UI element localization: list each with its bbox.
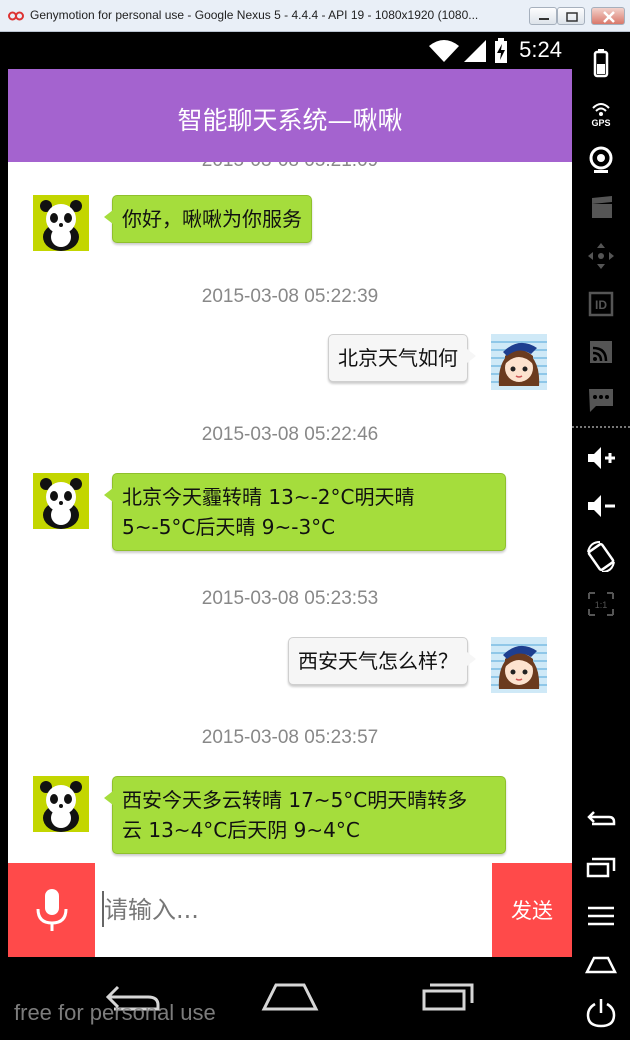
scale-icon: 1:1 [588, 592, 614, 616]
cast-icon [590, 341, 612, 363]
gps-button[interactable]: GPS [572, 92, 630, 132]
device-id-button[interactable]: ID [572, 282, 630, 322]
close-icon [603, 11, 615, 23]
user-message-bubble[interactable]: 西安天气怎么样？ [288, 637, 476, 685]
watermark: free for personal use [14, 1000, 216, 1025]
volume-up-icon [588, 447, 615, 469]
rotate-icon [587, 541, 615, 572]
menu-button[interactable] [572, 894, 630, 934]
panel-divider [572, 426, 630, 428]
close-button[interactable] [591, 7, 625, 25]
send-button[interactable]: 发送 [492, 863, 572, 957]
app-title: 智能聊天系统—啾啾 [177, 106, 403, 135]
message-input[interactable] [101, 863, 491, 957]
message-timestamp: 2015-03-08 05:22:39 [201, 286, 379, 307]
dpad-button[interactable] [572, 234, 630, 274]
video-capture-button[interactable] [572, 186, 630, 226]
app-header: 智能聊天系统—啾啾 [8, 69, 572, 162]
bot-message-bubble[interactable]: 北京今天霾转晴 13~-2°C明天晴 5~-5°C后天晴 9~-3°C [104, 473, 506, 551]
message-timestamp: 2015-03-08 05:23:57 [201, 727, 379, 748]
emulator-side-panel: GPS ID 1:1 [572, 32, 630, 1040]
window-title-bar: Genymotion for personal use - Google Nex… [0, 0, 630, 32]
home-nav-icon[interactable] [260, 979, 320, 1013]
message-input-bar: 发送 [8, 863, 572, 957]
volume-down-button[interactable] [572, 484, 630, 524]
rotate-button[interactable] [572, 534, 630, 574]
recent-apps-nav-icon[interactable] [420, 979, 480, 1013]
voice-input-button[interactable] [8, 863, 95, 957]
message-timestamp: 2015-03-08 05:23:53 [201, 588, 379, 609]
text-cursor [102, 891, 104, 927]
video-capture-icon [592, 196, 612, 218]
window-title: Genymotion for personal use - Google Nex… [30, 8, 479, 22]
scale-label: 1:1 [595, 600, 608, 610]
home-button[interactable] [572, 942, 630, 982]
camera-button[interactable] [572, 138, 630, 178]
volume-up-button[interactable] [572, 436, 630, 476]
volume-down-icon [588, 495, 615, 517]
signal-icon [464, 40, 486, 62]
girl-avatar-icon [491, 637, 547, 693]
minimize-button[interactable] [529, 7, 557, 25]
message-timestamp: 2015-03-08 05:21:09 [8, 162, 572, 172]
message-line: 西安今天多云转晴 17~5°C明天晴转多 [122, 788, 468, 812]
wifi-icon [429, 40, 459, 62]
emulator-window: Genymotion for personal use - Google Nex… [0, 0, 630, 1040]
id-label: ID [595, 298, 607, 312]
message-line: 5~-5°C后天晴 9~-3°C [122, 515, 336, 539]
microphone-icon [36, 889, 68, 931]
maximize-button[interactable] [557, 7, 585, 25]
panda-avatar-icon [33, 473, 89, 529]
camera-icon [589, 146, 613, 173]
sms-button[interactable] [572, 378, 630, 418]
gps-label: GPS [591, 118, 610, 128]
id-icon: ID [588, 291, 614, 317]
clock: 5:24 [519, 37, 562, 62]
battery-icon [593, 49, 609, 78]
gps-icon: GPS [591, 103, 611, 128]
battery-button[interactable] [572, 42, 630, 82]
bot-message-bubble[interactable]: 西安今天多云转晴 17~5°C明天晴转多 云 13~4°C后天阴 9~4°C [104, 776, 506, 854]
user-message-bubble[interactable]: 北京天气如何 [328, 334, 476, 382]
back-button[interactable] [572, 796, 630, 836]
home-icon [584, 956, 618, 974]
recent-apps-button[interactable] [572, 846, 630, 886]
maximize-icon [566, 12, 578, 22]
bot-message-bubble[interactable]: 你好，啾啾为你服务 [104, 195, 312, 243]
scale-button[interactable]: 1:1 [572, 582, 630, 622]
message-line: 北京今天霾转晴 13~-2°C明天晴 [122, 485, 415, 509]
recent-apps-icon [586, 857, 616, 878]
minimize-icon [539, 18, 549, 20]
back-icon [587, 811, 616, 826]
girl-avatar-icon [491, 334, 547, 390]
power-icon [586, 999, 616, 1028]
sms-icon [589, 389, 613, 412]
battery-charging-icon [495, 38, 507, 63]
power-button[interactable] [572, 990, 630, 1030]
android-nav-bar [8, 957, 572, 1040]
cast-button[interactable] [572, 330, 630, 370]
menu-icon [588, 906, 614, 926]
chat-list[interactable]: 2015-03-08 05:21:09 你好，啾啾为你服务 2015-03-08… [8, 162, 572, 863]
status-bar: 5:24 [8, 32, 572, 69]
genymotion-logo-icon [8, 11, 24, 21]
panda-avatar-icon [33, 195, 89, 251]
dpad-icon [588, 243, 614, 269]
message-timestamp: 2015-03-08 05:22:46 [201, 424, 379, 445]
panda-avatar-icon [33, 776, 89, 832]
message-line: 云 13~4°C后天阴 9~4°C [122, 818, 360, 842]
